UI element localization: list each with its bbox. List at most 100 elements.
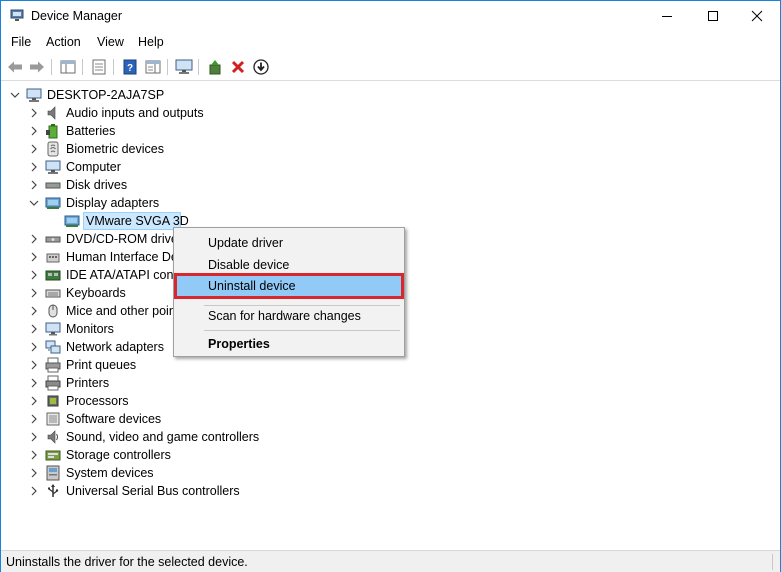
chevron-right-icon[interactable]: [29, 468, 39, 478]
software-device-icon: [46, 412, 60, 426]
chevron-right-icon[interactable]: [29, 234, 39, 244]
tree-item-label: IDE ATA/ATAPI contr: [66, 268, 182, 282]
toolbar-separator: [113, 59, 114, 75]
chevron-right-icon[interactable]: [29, 486, 39, 496]
show-hide-console-tree-button[interactable]: [59, 58, 77, 76]
tree-category[interactable]: Print queues: [1, 356, 301, 374]
chevron-right-icon[interactable]: [29, 432, 39, 442]
disable-device-label: Disable device: [208, 258, 290, 272]
tree-item-label: Audio inputs and outputs: [66, 106, 204, 120]
chevron-right-icon[interactable]: [29, 324, 39, 334]
red-x-icon: [231, 60, 245, 74]
menu-action[interactable]: Action: [46, 35, 81, 49]
help-toolbar-button[interactable]: ?: [121, 58, 139, 76]
toolbar-separator: [82, 59, 83, 75]
tree-category[interactable]: Sound, video and game controllers: [1, 428, 301, 446]
chevron-right-icon[interactable]: [29, 252, 39, 262]
chevron-right-icon[interactable]: [29, 342, 39, 352]
maximize-icon: [708, 11, 718, 21]
chevron-right-icon[interactable]: [29, 180, 39, 190]
menu-update-driver[interactable]: Update driver: [176, 232, 402, 254]
menu-scan-hardware[interactable]: Scan for hardware changes: [176, 305, 402, 327]
tree-category[interactable]: Storage controllers: [1, 446, 301, 464]
close-button[interactable]: [734, 1, 780, 31]
title-bar[interactable]: Device Manager: [1, 1, 780, 31]
tree-item-label: Sound, video and game controllers: [66, 430, 260, 444]
chevron-right-icon[interactable]: [29, 162, 39, 172]
action-pane-button[interactable]: [144, 58, 162, 76]
disable-device-toolbar-button[interactable]: [252, 58, 270, 76]
scan-hardware-button[interactable]: [175, 58, 193, 76]
display-adapter-icon: [64, 215, 80, 227]
tree-item-label: Mice and other poin: [66, 304, 176, 318]
chevron-right-icon[interactable]: [29, 306, 39, 316]
forward-arrow-icon: [30, 61, 44, 73]
tree-category[interactable]: Printers: [1, 374, 301, 392]
tree-category[interactable]: Biometric devices: [1, 140, 301, 158]
tree-root[interactable]: DESKTOP-2AJA7SP: [1, 86, 301, 104]
scan-hardware-label: Scan for hardware changes: [208, 309, 361, 323]
tree-category[interactable]: Batteries: [1, 122, 301, 140]
tree-item-label: Software devices: [66, 412, 162, 426]
minimize-button[interactable]: [644, 1, 690, 31]
tree-item-label: System devices: [66, 466, 154, 480]
computer-icon: [45, 160, 61, 174]
chevron-down-icon[interactable]: [10, 90, 20, 100]
menu-separator: [204, 330, 400, 331]
menu-uninstall-device[interactable]: Uninstall device: [174, 273, 404, 299]
tree-category[interactable]: Display adapters: [1, 194, 301, 212]
chevron-right-icon[interactable]: [29, 270, 39, 280]
print-queue-icon: [45, 357, 61, 373]
uninstall-toolbar-button[interactable]: [229, 58, 247, 76]
tree-item-label: DVD/CD-ROM drive: [66, 232, 178, 246]
tree-category[interactable]: Processors: [1, 392, 301, 410]
tree-item-label: Printers: [66, 376, 110, 390]
back-arrow-icon: [8, 61, 22, 73]
tree-category[interactable]: Computer: [1, 158, 301, 176]
update-driver-toolbar-button[interactable]: [206, 58, 224, 76]
menu-help[interactable]: Help: [138, 35, 164, 49]
tree-item-label: Biometric devices: [66, 142, 164, 156]
download-circle-icon: [253, 59, 269, 75]
tree-item-label: Universal Serial Bus controllers: [66, 484, 240, 498]
console-tree-icon: [60, 60, 76, 74]
tree-item-label: Computer: [66, 160, 121, 174]
tree-category[interactable]: Software devices: [1, 410, 301, 428]
hid-icon: [46, 253, 60, 263]
chevron-down-icon[interactable]: [29, 198, 39, 208]
menu-properties[interactable]: Properties: [176, 333, 402, 355]
menu-file[interactable]: File: [11, 35, 31, 49]
tree-category[interactable]: Audio inputs and outputs: [1, 104, 301, 122]
printer-icon: [45, 375, 61, 391]
chevron-right-icon[interactable]: [29, 288, 39, 298]
chevron-right-icon[interactable]: [29, 144, 39, 154]
tree-item-label: Display adapters: [66, 196, 160, 210]
chevron-right-icon[interactable]: [29, 414, 39, 424]
chevron-right-icon[interactable]: [29, 360, 39, 370]
tree-category[interactable]: System devices: [1, 464, 301, 482]
maximize-button[interactable]: [690, 1, 736, 31]
tree-category[interactable]: Universal Serial Bus controllers: [1, 482, 301, 500]
disk-drive-icon: [45, 182, 61, 189]
properties-toolbar-button[interactable]: [90, 58, 108, 76]
mouse-icon: [48, 304, 58, 318]
tree-category[interactable]: Disk drives: [1, 176, 301, 194]
fingerprint-icon: [47, 141, 59, 157]
chevron-right-icon[interactable]: [29, 108, 39, 118]
chevron-right-icon[interactable]: [29, 450, 39, 460]
chevron-right-icon[interactable]: [29, 396, 39, 406]
back-button[interactable]: [6, 58, 24, 76]
tree-item-label: VMware SVGA 3D: [86, 214, 189, 228]
tree-item-label: Print queues: [66, 358, 137, 372]
processor-icon: [47, 395, 59, 407]
forward-button[interactable]: [28, 58, 46, 76]
svg-text:?: ?: [127, 63, 133, 74]
chevron-right-icon[interactable]: [29, 378, 39, 388]
tree-item-label: Network adapters: [66, 340, 164, 354]
menu-view[interactable]: View: [97, 35, 124, 49]
minimize-icon: [662, 16, 672, 17]
tree-item-label: Disk drives: [66, 178, 128, 192]
device-manager-window: Device Manager File Action View Help ? D…: [0, 0, 781, 572]
properties-sheet-icon: [92, 59, 106, 75]
chevron-right-icon[interactable]: [29, 126, 39, 136]
